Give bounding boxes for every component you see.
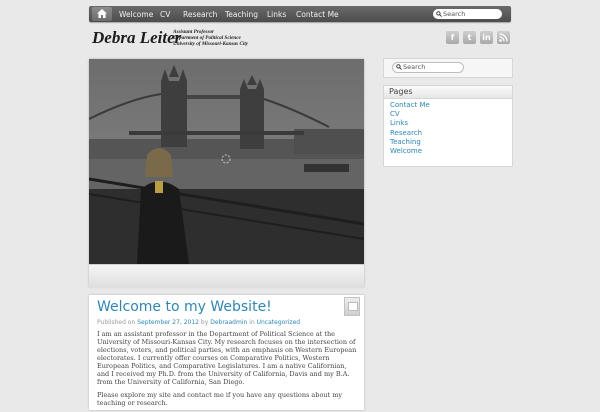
pages-widget: Pages Contact Me CV Links Research Teach… — [383, 85, 513, 167]
twitter-icon[interactable]: t — [463, 31, 476, 44]
page-link-welcome[interactable]: Welcome — [390, 147, 512, 156]
slider-caption-bar — [89, 264, 364, 288]
home-icon — [97, 9, 107, 18]
home-button[interactable] — [92, 7, 112, 21]
page-link-links[interactable]: Links — [390, 119, 512, 128]
top-nav-bar: Welcome CV Research Teaching Links Conta… — [89, 6, 511, 22]
page-link-research[interactable]: Research — [390, 129, 512, 138]
pages-list: Contact Me CV Links Research Teaching We… — [384, 101, 512, 156]
pages-widget-title: Pages — [384, 86, 512, 99]
meta-date-link[interactable]: September 27, 2012 — [137, 319, 199, 326]
nav-item-welcome[interactable]: Welcome — [119, 9, 153, 20]
post-paragraph-2: Please explore my site and contact me if… — [97, 391, 343, 407]
site-title[interactable]: Debra Leiter — [92, 27, 181, 49]
post-meta: Published on September 27, 2012 by Debra… — [97, 319, 300, 326]
page-link-cv[interactable]: CV — [390, 110, 512, 119]
post-paragraph-1: I am an assistant professor in the Depar… — [97, 330, 357, 386]
image-slider — [89, 59, 364, 288]
meta-by-label: by — [200, 319, 209, 326]
search-icon — [436, 11, 442, 17]
sidebar-search-placeholder: Search — [403, 63, 426, 71]
nav-search-input[interactable]: Search — [433, 9, 502, 19]
slider-photo[interactable] — [89, 59, 364, 264]
nav-item-links[interactable]: Links — [267, 9, 286, 20]
nav-item-teaching[interactable]: Teaching — [225, 9, 258, 20]
nav-search-placeholder: Search — [443, 10, 466, 18]
meta-category-link[interactable]: Uncategorized — [257, 319, 300, 326]
page-link-contact[interactable]: Contact Me — [390, 101, 512, 110]
rss-icon[interactable] — [497, 31, 510, 44]
page-link-teaching[interactable]: Teaching — [390, 138, 512, 147]
sidebar-search-widget: Search — [383, 58, 513, 78]
nav-item-contact[interactable]: Contact Me — [296, 9, 339, 20]
facebook-icon[interactable]: f — [446, 31, 459, 44]
post-title[interactable]: Welcome to my Website! — [97, 298, 272, 316]
nav-item-research[interactable]: Research — [183, 9, 217, 20]
meta-in-label: in — [249, 319, 255, 326]
tagline-university: University of Missouri-Kansas City — [173, 41, 249, 47]
linkedin-icon[interactable]: in — [480, 31, 493, 44]
sidebar-search-input[interactable]: Search — [392, 62, 464, 73]
comment-icon[interactable] — [344, 297, 360, 316]
meta-published-label: Published on — [97, 319, 136, 326]
search-icon — [396, 64, 402, 70]
post-article: Welcome to my Website! Published on Sept… — [89, 295, 364, 410]
meta-author-link[interactable]: Debraadmin — [210, 319, 247, 326]
nav-item-cv[interactable]: CV — [160, 9, 170, 20]
